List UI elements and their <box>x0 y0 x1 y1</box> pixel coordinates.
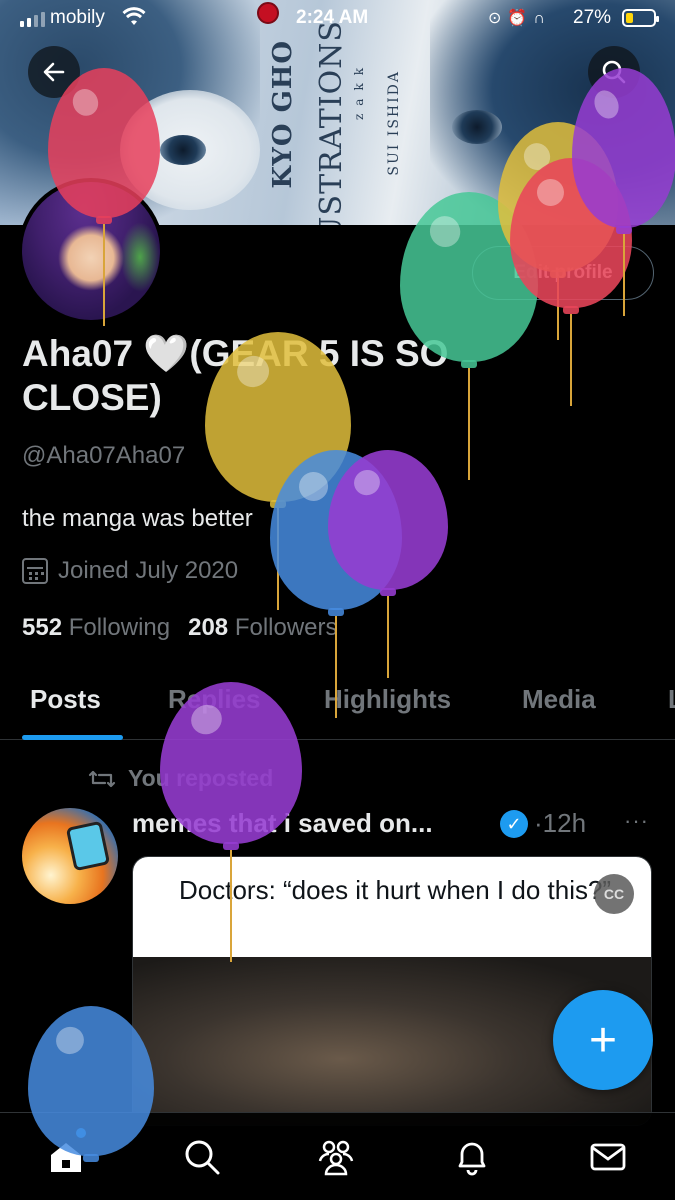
following-label: Following <box>68 614 171 641</box>
balloon-icon <box>28 1006 154 1164</box>
post-author-avatar[interactable] <box>22 808 118 904</box>
orientation-lock-icon: ⊙ <box>488 10 508 27</box>
banner-title-line: SUI ISHIDA <box>386 70 402 176</box>
notifications-icon <box>458 1142 486 1176</box>
messages-icon <box>590 1143 626 1171</box>
following-count: 552 <box>22 614 63 641</box>
tab-media[interactable]: Media <box>522 684 596 715</box>
nav-messages-button[interactable] <box>586 1135 630 1179</box>
status-icons: ⊙⏰∩ <box>488 8 551 28</box>
banner-title-line: ILLUSTRATIONS <box>314 20 349 225</box>
battery-percent: 27% <box>573 7 612 28</box>
communities-icon <box>318 1140 354 1176</box>
following-link[interactable]: 552 Following <box>22 614 170 642</box>
repost-icon <box>88 770 116 787</box>
nav-notifications-button[interactable] <box>450 1135 494 1179</box>
banner-title-line: zakk <box>352 60 366 121</box>
status-time: 2:24 AM <box>296 7 369 28</box>
nav-search-button[interactable] <box>180 1135 224 1179</box>
headphones-icon: ∩ <box>533 10 551 27</box>
calendar-icon <box>22 558 48 584</box>
balloon-icon <box>160 682 302 962</box>
alarm-icon: ⏰ <box>507 10 534 27</box>
avatar-art-robot <box>65 820 111 872</box>
screen-recording-indicator-icon <box>257 2 279 24</box>
followers-count: 208 <box>188 614 229 641</box>
tab-posts[interactable]: Posts <box>30 684 101 715</box>
post-timestamp: ·12h <box>534 808 587 838</box>
balloon-icon <box>328 450 448 678</box>
profile-handle: @Aha07Aha07 <box>22 442 186 469</box>
status-bar: mobily 2:24 AM ⊙⏰∩ 27% <box>0 0 675 38</box>
post-time-value: 12h <box>542 808 587 838</box>
battery-icon <box>622 9 659 27</box>
nav-communities-button[interactable] <box>314 1135 358 1179</box>
post-more-options-icon[interactable]: ··· <box>624 808 649 834</box>
balloon-icon <box>48 68 160 326</box>
captions-off-icon[interactable]: CC <box>594 874 634 914</box>
cellular-signal-icon <box>20 12 45 27</box>
search-icon <box>185 1140 220 1175</box>
banner-title-line: KYO GHO <box>268 40 298 189</box>
balloon-icon <box>572 68 675 316</box>
banner-art-eye-right <box>452 110 502 144</box>
verified-badge-icon: ✓ <box>500 810 528 838</box>
active-tab-indicator <box>22 735 123 740</box>
battery-level <box>626 13 633 23</box>
carrier-name: mobily <box>50 7 105 28</box>
tab-likes[interactable]: L <box>668 684 675 715</box>
compose-post-button[interactable]: + <box>553 990 653 1090</box>
wifi-icon <box>122 7 146 33</box>
banner-art-eye-left <box>160 135 206 165</box>
